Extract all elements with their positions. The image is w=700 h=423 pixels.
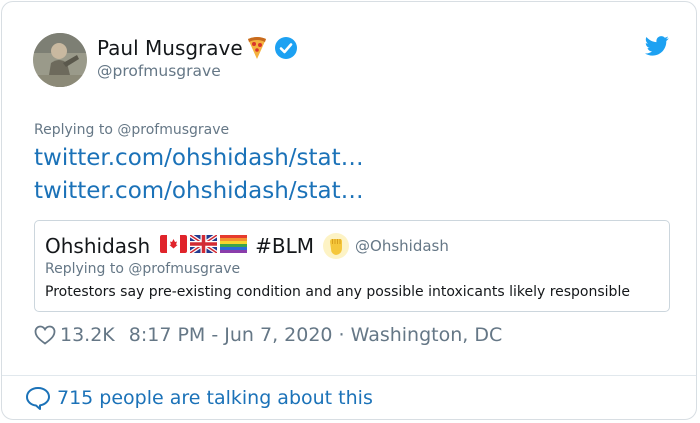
verified-badge-icon [274, 36, 298, 60]
replying-to: Replying to @profmusgrave [34, 122, 230, 138]
quoted-hashtag[interactable]: #BLM [255, 234, 314, 258]
tweet-card: Paul Musgrave @profmusgrave Replying to … [1, 1, 697, 420]
divider [2, 375, 696, 376]
like-count[interactable]: 13.2K [60, 324, 115, 346]
quoted-author-row: Ohshidash #BLM @Ohshidash [45, 233, 449, 259]
author-handle[interactable]: @profmusgrave [97, 62, 221, 80]
canada-flag-icon [160, 234, 188, 258]
quoted-author-name[interactable]: Ohshidash [45, 234, 150, 258]
tweet-meta: 13.2K 8:17 PM - Jun 7, 2020 · Washington… [34, 324, 502, 346]
raised-fist-icon [323, 233, 350, 259]
quoted-replying-to: Replying to @profmusgrave [45, 261, 241, 277]
author-name-row: Paul Musgrave [97, 36, 298, 60]
twitter-bird-icon[interactable] [644, 36, 669, 60]
avatar[interactable] [33, 33, 87, 87]
quoted-tweet[interactable]: Ohshidash #BLM @Ohshidash Replying to @p… [34, 220, 670, 312]
speech-bubble-icon [25, 386, 51, 410]
tweet-link-1[interactable]: twitter.com/ohshidash/stat… [34, 145, 364, 171]
tweet-link-2[interactable]: twitter.com/ohshidash/stat… [34, 178, 364, 204]
pizza-icon [246, 36, 268, 60]
author-name[interactable]: Paul Musgrave [97, 36, 243, 60]
talking-count[interactable]: 715 people are talking about this [57, 387, 373, 409]
rainbow-flag-icon [220, 234, 248, 258]
conversation-link[interactable]: 715 people are talking about this [25, 386, 373, 410]
timestamp[interactable]: 8:17 PM - Jun 7, 2020 · Washington, DC [129, 324, 503, 346]
quoted-text: Protestors say pre-existing condition an… [45, 284, 630, 300]
heart-icon[interactable] [34, 325, 56, 345]
uk-flag-icon [189, 233, 219, 258]
quoted-author-handle[interactable]: @Ohshidash [355, 237, 449, 255]
